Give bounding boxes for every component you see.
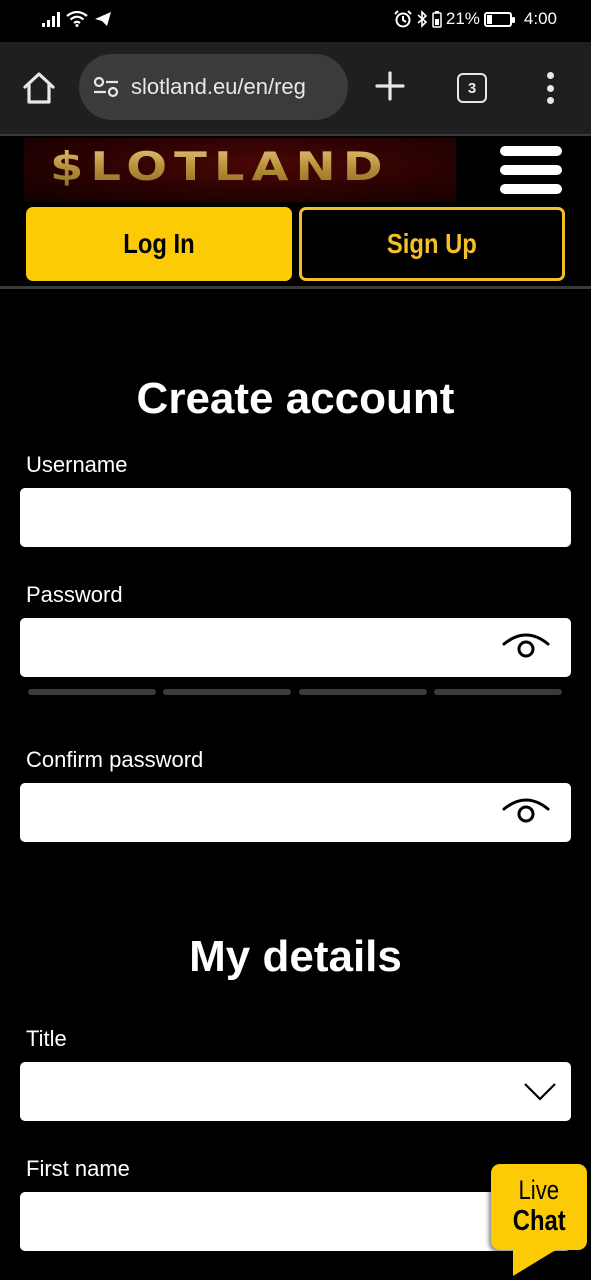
site-settings-icon[interactable] — [93, 76, 119, 98]
confirm-password-label: Confirm password — [26, 747, 204, 772]
battery-icon — [483, 11, 515, 27]
create-account-title: Create account — [136, 374, 455, 423]
tabs-button[interactable]: 3 — [457, 73, 487, 103]
first-name-input[interactable] — [20, 1192, 571, 1251]
chevron-down-icon[interactable] — [523, 1082, 557, 1102]
menu-icon[interactable] — [542, 72, 558, 104]
site-header: $LOTLAND Log In Sign Up — [0, 134, 591, 288]
title-label: Title — [26, 1026, 67, 1051]
hamburger-menu-icon[interactable] — [500, 146, 562, 194]
clock: 4:00 — [523, 9, 557, 28]
wifi-icon — [66, 10, 88, 27]
signup-button-label: Sign Up — [387, 228, 477, 259]
password-input[interactable] — [20, 618, 571, 677]
battery-percent: 21% — [445, 9, 480, 28]
login-button-label: Log In — [123, 228, 195, 259]
username-label: Username — [26, 452, 128, 477]
telegram-icon — [95, 11, 111, 26]
title-select[interactable] — [20, 1062, 571, 1121]
show-confirm-password-eye-icon[interactable] — [501, 797, 551, 827]
logo[interactable]: $LOTLAND — [24, 138, 456, 202]
logo-text: $LOTLAND — [50, 144, 390, 190]
confirm-password-input[interactable] — [20, 783, 571, 842]
new-tab-icon[interactable] — [372, 68, 408, 104]
username-input[interactable] — [20, 488, 571, 547]
alarm-icon — [394, 10, 412, 28]
show-password-eye-icon[interactable] — [501, 632, 551, 662]
live-chat-line1: Live — [518, 1175, 560, 1205]
strength-segment — [163, 689, 291, 695]
home-icon[interactable] — [20, 70, 58, 106]
live-chat-line2: Chat — [512, 1205, 566, 1237]
url-text[interactable]: slotland.eu/en/reg — [131, 74, 306, 100]
login-button[interactable]: Log In — [26, 207, 292, 281]
strength-segment — [299, 689, 427, 695]
address-bar[interactable]: slotland.eu/en/reg — [79, 54, 348, 120]
my-details-title: My details — [189, 932, 402, 981]
live-chat-button[interactable]: Live Chat — [491, 1164, 587, 1276]
bluetooth-icon — [417, 10, 428, 28]
signup-button[interactable]: Sign Up — [299, 207, 565, 281]
tab-count: 3 — [467, 79, 477, 97]
signal-icon — [42, 11, 60, 27]
browser-toolbar: slotland.eu/en/reg 3 — [0, 42, 591, 134]
strength-segment — [434, 689, 562, 695]
strength-segment — [28, 689, 156, 695]
status-bar: 21% 4:00 — [0, 0, 591, 42]
first-name-label: First name — [26, 1156, 130, 1181]
battery-saver-icon — [432, 11, 442, 28]
header-divider — [0, 286, 591, 289]
password-label: Password — [26, 582, 123, 607]
